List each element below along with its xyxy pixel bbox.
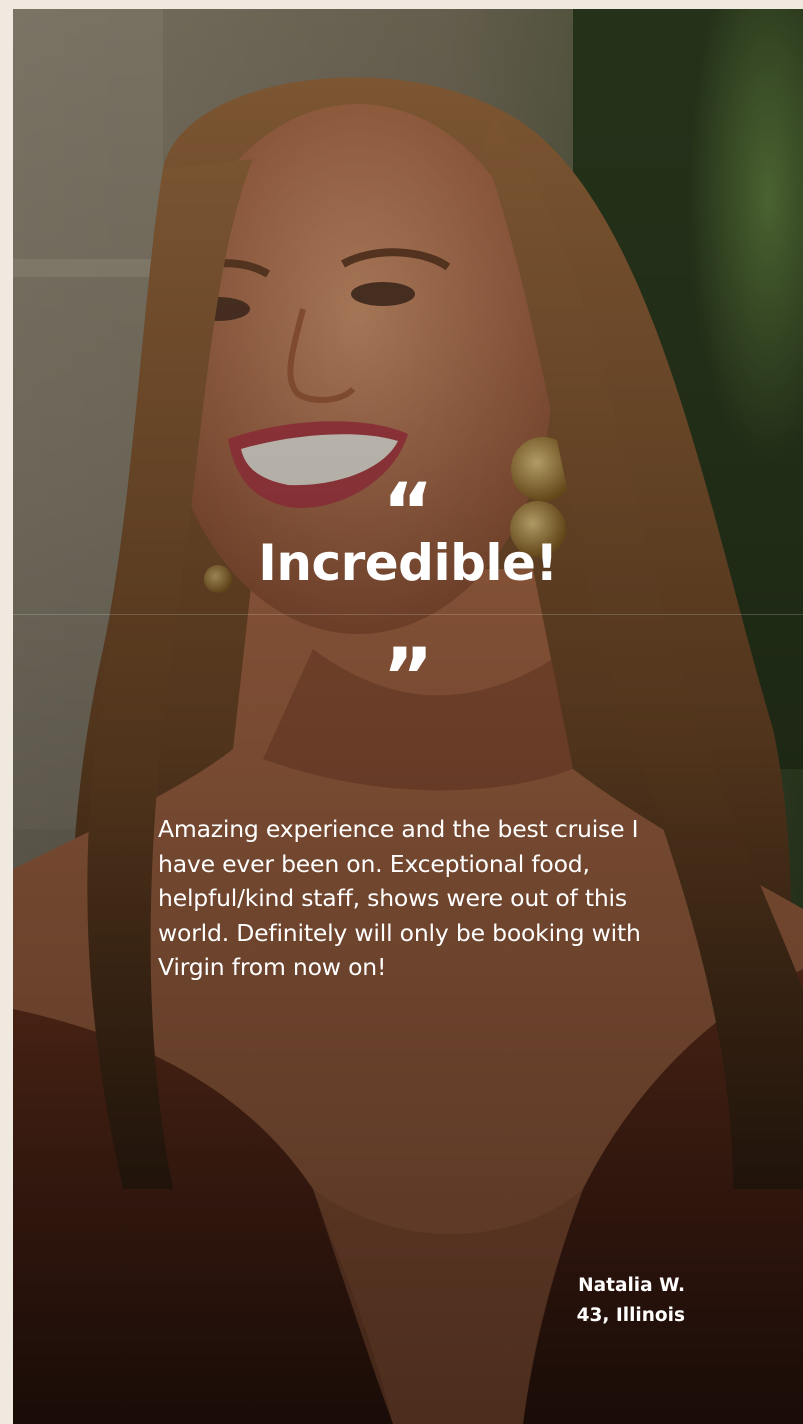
testimonial-body: Amazing experience and the best cruise I… xyxy=(158,815,641,981)
page-background: “ Incredible! ” Amazing experience and t… xyxy=(0,0,803,1424)
testimonial-attribution: Natalia W. 43, Illinois xyxy=(577,1271,685,1331)
divider-line xyxy=(13,614,803,615)
author-details: 43, Illinois xyxy=(576,1305,685,1326)
testimonial-headline: Incredible! xyxy=(258,534,558,592)
close-quote-icon: ” xyxy=(382,633,434,723)
testimonial-card: “ Incredible! ” Amazing experience and t… xyxy=(13,9,803,1424)
author-name: Natalia W. xyxy=(578,1275,685,1296)
